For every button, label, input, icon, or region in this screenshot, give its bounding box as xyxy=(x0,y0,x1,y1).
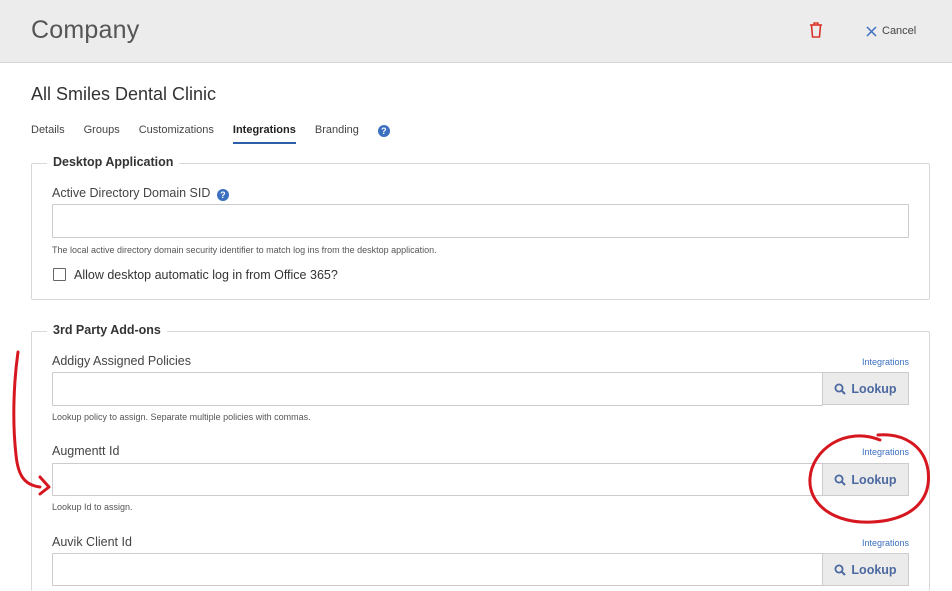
section-legend: Desktop Application xyxy=(47,155,180,169)
tab-branding[interactable]: Branding xyxy=(315,124,359,144)
lookup-label: Lookup xyxy=(851,562,897,577)
auto-login-checkbox[interactable] xyxy=(53,268,66,281)
lookup-label: Lookup xyxy=(851,472,897,487)
lookup-label: Lookup xyxy=(851,381,897,396)
cancel-label: Cancel xyxy=(882,25,917,37)
search-icon xyxy=(834,564,847,576)
page-header: Company Cancel xyxy=(0,0,952,63)
integrations-link[interactable]: Integrations xyxy=(830,447,909,457)
auto-login-label[interactable]: Allow desktop automatic log in from Offi… xyxy=(74,268,338,282)
tab-groups[interactable]: Groups xyxy=(84,124,120,144)
help-icon[interactable]: ? xyxy=(377,125,390,137)
section-legend: 3rd Party Add-ons xyxy=(47,323,167,337)
augmentt-lookup-button[interactable]: Lookup xyxy=(822,463,909,496)
auvik-lookup-button[interactable]: Lookup xyxy=(822,553,909,586)
integrations-link[interactable]: Integrations xyxy=(830,357,909,367)
augmentt-input[interactable] xyxy=(52,463,823,496)
addigy-hint: Lookup policy to assign. Separate multip… xyxy=(52,412,311,422)
addigy-lookup-button[interactable]: Lookup xyxy=(822,372,909,405)
sid-label: Active Directory Domain SID ? xyxy=(52,186,229,201)
addigy-label: Addigy Assigned Policies xyxy=(52,354,191,368)
third-party-addons-section: 3rd Party Add-ons xyxy=(31,323,930,591)
sid-label-text: Active Directory Domain SID xyxy=(52,186,211,200)
augmentt-hint: Lookup Id to assign. xyxy=(52,502,133,512)
augmentt-label: Augmentt Id xyxy=(52,444,120,458)
integrations-link[interactable]: Integrations xyxy=(830,538,909,548)
sid-input[interactable] xyxy=(52,204,909,238)
cancel-button[interactable]: Cancel xyxy=(866,22,916,40)
close-icon xyxy=(866,25,877,37)
trash-icon[interactable] xyxy=(808,21,824,39)
tab-bar: Details Groups Customizations Integratio… xyxy=(31,124,390,146)
company-name: All Smiles Dental Clinic xyxy=(31,84,217,104)
auvik-input[interactable] xyxy=(52,553,823,586)
help-icon[interactable]: ? xyxy=(216,189,229,201)
tab-details[interactable]: Details xyxy=(31,124,65,144)
page-title: Company xyxy=(31,16,140,44)
tab-integrations[interactable]: Integrations xyxy=(232,124,296,144)
sid-hint: The local active directory domain securi… xyxy=(52,245,437,255)
search-icon xyxy=(834,383,847,395)
search-icon xyxy=(834,474,847,486)
addigy-input[interactable] xyxy=(52,372,823,406)
auvik-label: Auvik Client Id xyxy=(52,535,132,549)
tab-customizations[interactable]: Customizations xyxy=(139,124,214,144)
